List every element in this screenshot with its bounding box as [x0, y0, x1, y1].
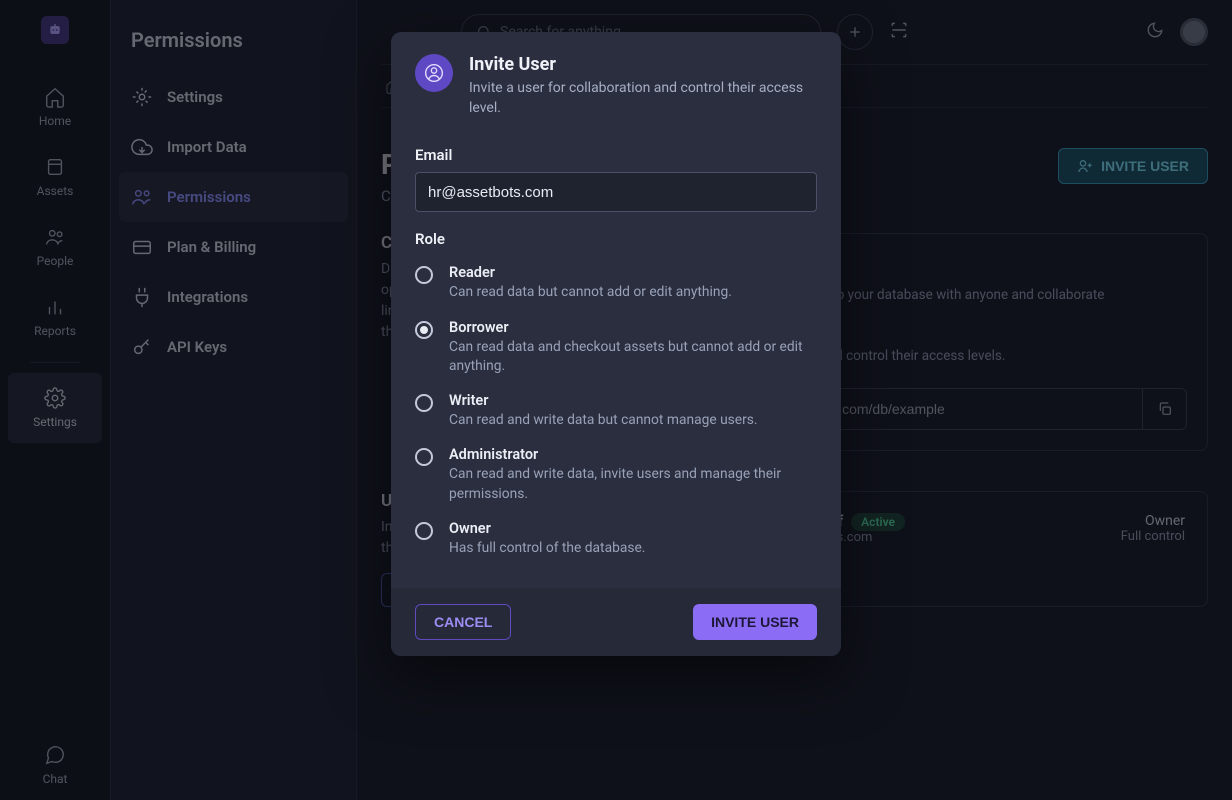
role-option-borrower[interactable]: Borrower Can read data and checkout asset… [415, 311, 817, 385]
role-name: Borrower [449, 319, 817, 336]
role-name: Administrator [449, 446, 817, 463]
role-name: Owner [449, 520, 645, 537]
role-name: Reader [449, 264, 732, 281]
role-desc: Can read and write data but cannot manag… [449, 411, 758, 430]
user-icon [415, 54, 453, 92]
email-label: Email [415, 146, 817, 164]
email-input[interactable] [415, 172, 817, 212]
role-option-owner[interactable]: Owner Has full control of the database. [415, 512, 817, 566]
modal-overlay[interactable]: Invite User Invite a user for collaborat… [0, 0, 1232, 800]
modal-title: Invite User [469, 54, 817, 75]
role-option-writer[interactable]: Writer Can read and write data but cannot… [415, 384, 817, 438]
role-desc: Can read and write data, invite users an… [449, 465, 817, 504]
radio-icon [415, 522, 433, 540]
invite-user-modal: Invite User Invite a user for collaborat… [391, 32, 841, 656]
role-desc: Has full control of the database. [449, 539, 645, 558]
radio-icon [415, 266, 433, 284]
role-name: Writer [449, 392, 758, 409]
radio-icon [415, 394, 433, 412]
radio-icon [415, 321, 433, 339]
modal-subtitle: Invite a user for collaboration and cont… [469, 79, 817, 118]
radio-icon [415, 448, 433, 466]
cancel-button[interactable]: CANCEL [415, 604, 511, 640]
role-desc: Can read data and checkout assets but ca… [449, 338, 817, 377]
role-label: Role [415, 230, 817, 248]
role-option-reader[interactable]: Reader Can read data but cannot add or ed… [415, 256, 817, 310]
invite-user-submit-button[interactable]: INVITE USER [693, 604, 817, 640]
role-desc: Can read data but cannot add or edit any… [449, 283, 732, 302]
role-option-administrator[interactable]: Administrator Can read and write data, in… [415, 438, 817, 512]
